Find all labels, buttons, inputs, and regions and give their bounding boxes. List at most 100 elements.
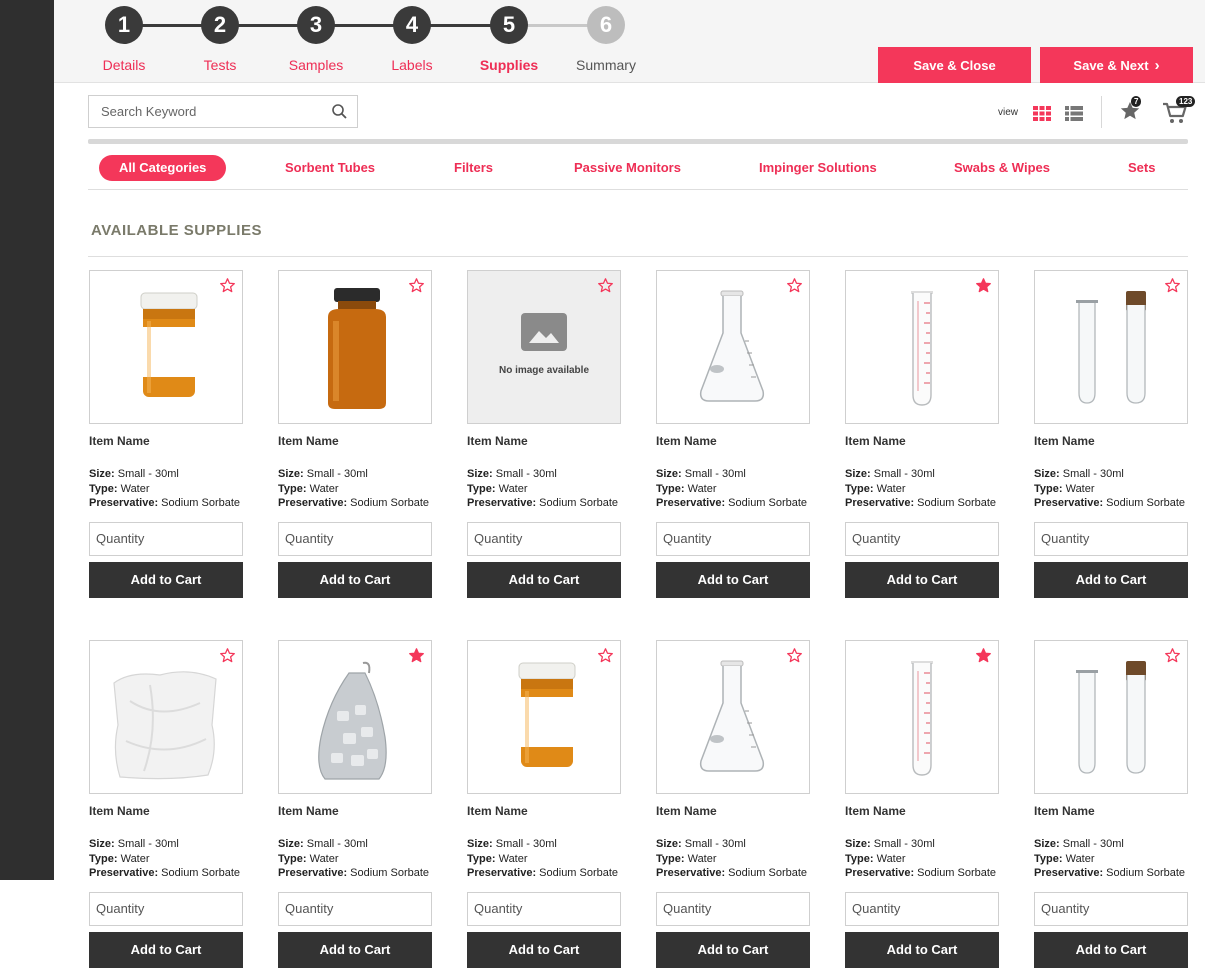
add-to-cart-button[interactable]: Add to Cart — [89, 931, 243, 968]
quantity-input[interactable] — [656, 891, 810, 926]
favorite-star-icon[interactable] — [408, 647, 425, 664]
favorite-star-icon[interactable] — [597, 277, 614, 294]
search-input[interactable] — [89, 96, 319, 127]
add-to-cart-button[interactable]: Add to Cart — [278, 561, 432, 598]
favorite-star-icon[interactable] — [975, 277, 992, 294]
category-tab[interactable]: Impinger Solutions — [759, 155, 877, 181]
list-view-icon[interactable] — [1065, 106, 1083, 121]
product-image[interactable] — [278, 640, 432, 794]
product-image[interactable] — [89, 270, 243, 424]
add-to-cart-button[interactable]: Add to Cart — [656, 931, 810, 968]
quantity-input[interactable] — [845, 891, 999, 926]
category-tab[interactable]: All Categories — [99, 155, 227, 181]
size-label: Size: — [89, 468, 115, 480]
favorite-star-icon[interactable] — [597, 647, 614, 664]
preservative-label: Preservative: — [89, 497, 159, 509]
save-close-button[interactable]: Save & Close — [878, 47, 1031, 83]
product-image[interactable] — [656, 640, 810, 794]
add-to-cart-button[interactable]: Add to Cart — [656, 561, 810, 598]
favorite-star-icon[interactable] — [1164, 647, 1181, 664]
product-card: Item Name Size: Small - 30ml Type: Water Pr… — [1034, 270, 1188, 598]
add-to-cart-button[interactable]: Add to Cart — [467, 931, 621, 968]
favorite-star-icon[interactable] — [219, 277, 236, 294]
add-to-cart-button[interactable]: Add to Cart — [845, 931, 999, 968]
type-value: Water — [687, 482, 717, 495]
quantity-input[interactable] — [656, 521, 810, 556]
item-name[interactable]: Item Name — [467, 434, 621, 448]
favorite-star-icon[interactable] — [786, 647, 803, 664]
add-to-cart-button[interactable]: Add to Cart — [467, 561, 621, 598]
step-5[interactable]: 5 Supplies — [469, 6, 549, 73]
product-image[interactable] — [845, 270, 999, 424]
add-to-cart-button[interactable]: Add to Cart — [89, 561, 243, 598]
quantity-input[interactable] — [89, 891, 243, 926]
item-name[interactable]: Item Name — [845, 804, 999, 818]
category-tab[interactable]: Passive Monitors — [574, 155, 681, 181]
quantity-input[interactable] — [89, 521, 243, 556]
item-name[interactable]: Item Name — [1034, 804, 1188, 818]
item-name[interactable]: Item Name — [1034, 434, 1188, 448]
item-details: Size: Small - 30ml Type: Water Preservativ… — [656, 467, 810, 511]
product-image[interactable] — [89, 640, 243, 794]
preservative-value: Sodium Sorbate — [1106, 497, 1186, 509]
favorite-star-icon[interactable] — [408, 277, 425, 294]
quantity-input[interactable] — [467, 521, 621, 556]
item-details: Size: Small - 30ml Type: Water Preservativ… — [467, 467, 621, 511]
quantity-input[interactable] — [467, 891, 621, 926]
product-image[interactable]: No image available — [467, 270, 621, 424]
preservative-value: Sodium Sorbate — [728, 497, 808, 509]
item-name[interactable]: Item Name — [467, 804, 621, 818]
quantity-input[interactable] — [845, 521, 999, 556]
item-name[interactable]: Item Name — [278, 434, 432, 448]
quantity-input[interactable] — [278, 891, 432, 926]
preservative-label: Preservative: — [89, 867, 159, 879]
step-1[interactable]: 1 Details — [84, 6, 164, 73]
category-tab[interactable]: Sets — [1128, 155, 1155, 181]
favorite-star-icon[interactable] — [219, 647, 236, 664]
add-to-cart-button[interactable]: Add to Cart — [845, 561, 999, 598]
cart-button[interactable]: 123 — [1162, 96, 1196, 126]
step-3[interactable]: 3 Samples — [276, 6, 356, 73]
toolbar-divider — [1101, 96, 1102, 128]
category-tab[interactable]: Filters — [454, 155, 493, 181]
product-image[interactable] — [278, 270, 432, 424]
preservative-value: Sodium Sorbate — [917, 497, 997, 509]
category-tab[interactable]: Sorbent Tubes — [285, 155, 375, 181]
item-name[interactable]: Item Name — [656, 804, 810, 818]
favorites-button[interactable]: 7 — [1119, 96, 1142, 122]
type-value: Water — [309, 482, 339, 495]
step-6[interactable]: 6 Summary — [566, 6, 646, 73]
item-name[interactable]: Item Name — [89, 434, 243, 448]
product-image[interactable] — [1034, 640, 1188, 794]
step-number: 5 — [490, 6, 528, 44]
favorite-star-icon[interactable] — [975, 647, 992, 664]
step-number: 4 — [393, 6, 431, 44]
add-to-cart-button[interactable]: Add to Cart — [1034, 561, 1188, 598]
step-label: Summary — [576, 57, 636, 73]
grid-view-icon[interactable] — [1033, 106, 1051, 121]
product-image[interactable] — [467, 640, 621, 794]
product-image[interactable] — [656, 270, 810, 424]
quantity-input[interactable] — [1034, 521, 1188, 556]
favorite-star-icon[interactable] — [1164, 277, 1181, 294]
item-name[interactable]: Item Name — [89, 804, 243, 818]
product-image[interactable] — [845, 640, 999, 794]
favorite-star-icon[interactable] — [786, 277, 803, 294]
add-to-cart-button[interactable]: Add to Cart — [1034, 931, 1188, 968]
save-next-button[interactable]: Save & Next › — [1040, 47, 1193, 83]
quantity-input[interactable] — [1034, 891, 1188, 926]
add-to-cart-button[interactable]: Add to Cart — [278, 931, 432, 968]
step-2[interactable]: 2 Tests — [180, 6, 260, 73]
quantity-input[interactable] — [278, 521, 432, 556]
preservative-value: Sodium Sorbate — [539, 867, 619, 879]
item-name[interactable]: Item Name — [278, 804, 432, 818]
product-image[interactable] — [1034, 270, 1188, 424]
category-tab[interactable]: Swabs & Wipes — [954, 155, 1050, 181]
item-name[interactable]: Item Name — [845, 434, 999, 448]
size-label: Size: — [656, 838, 682, 850]
search-icon[interactable] — [331, 103, 348, 120]
step-4[interactable]: 4 Labels — [372, 6, 452, 73]
item-name[interactable]: Item Name — [656, 434, 810, 448]
product-card: Item Name Size: Small - 30ml Type: Water Pr… — [467, 640, 621, 968]
preservative-value: Sodium Sorbate — [728, 867, 808, 879]
